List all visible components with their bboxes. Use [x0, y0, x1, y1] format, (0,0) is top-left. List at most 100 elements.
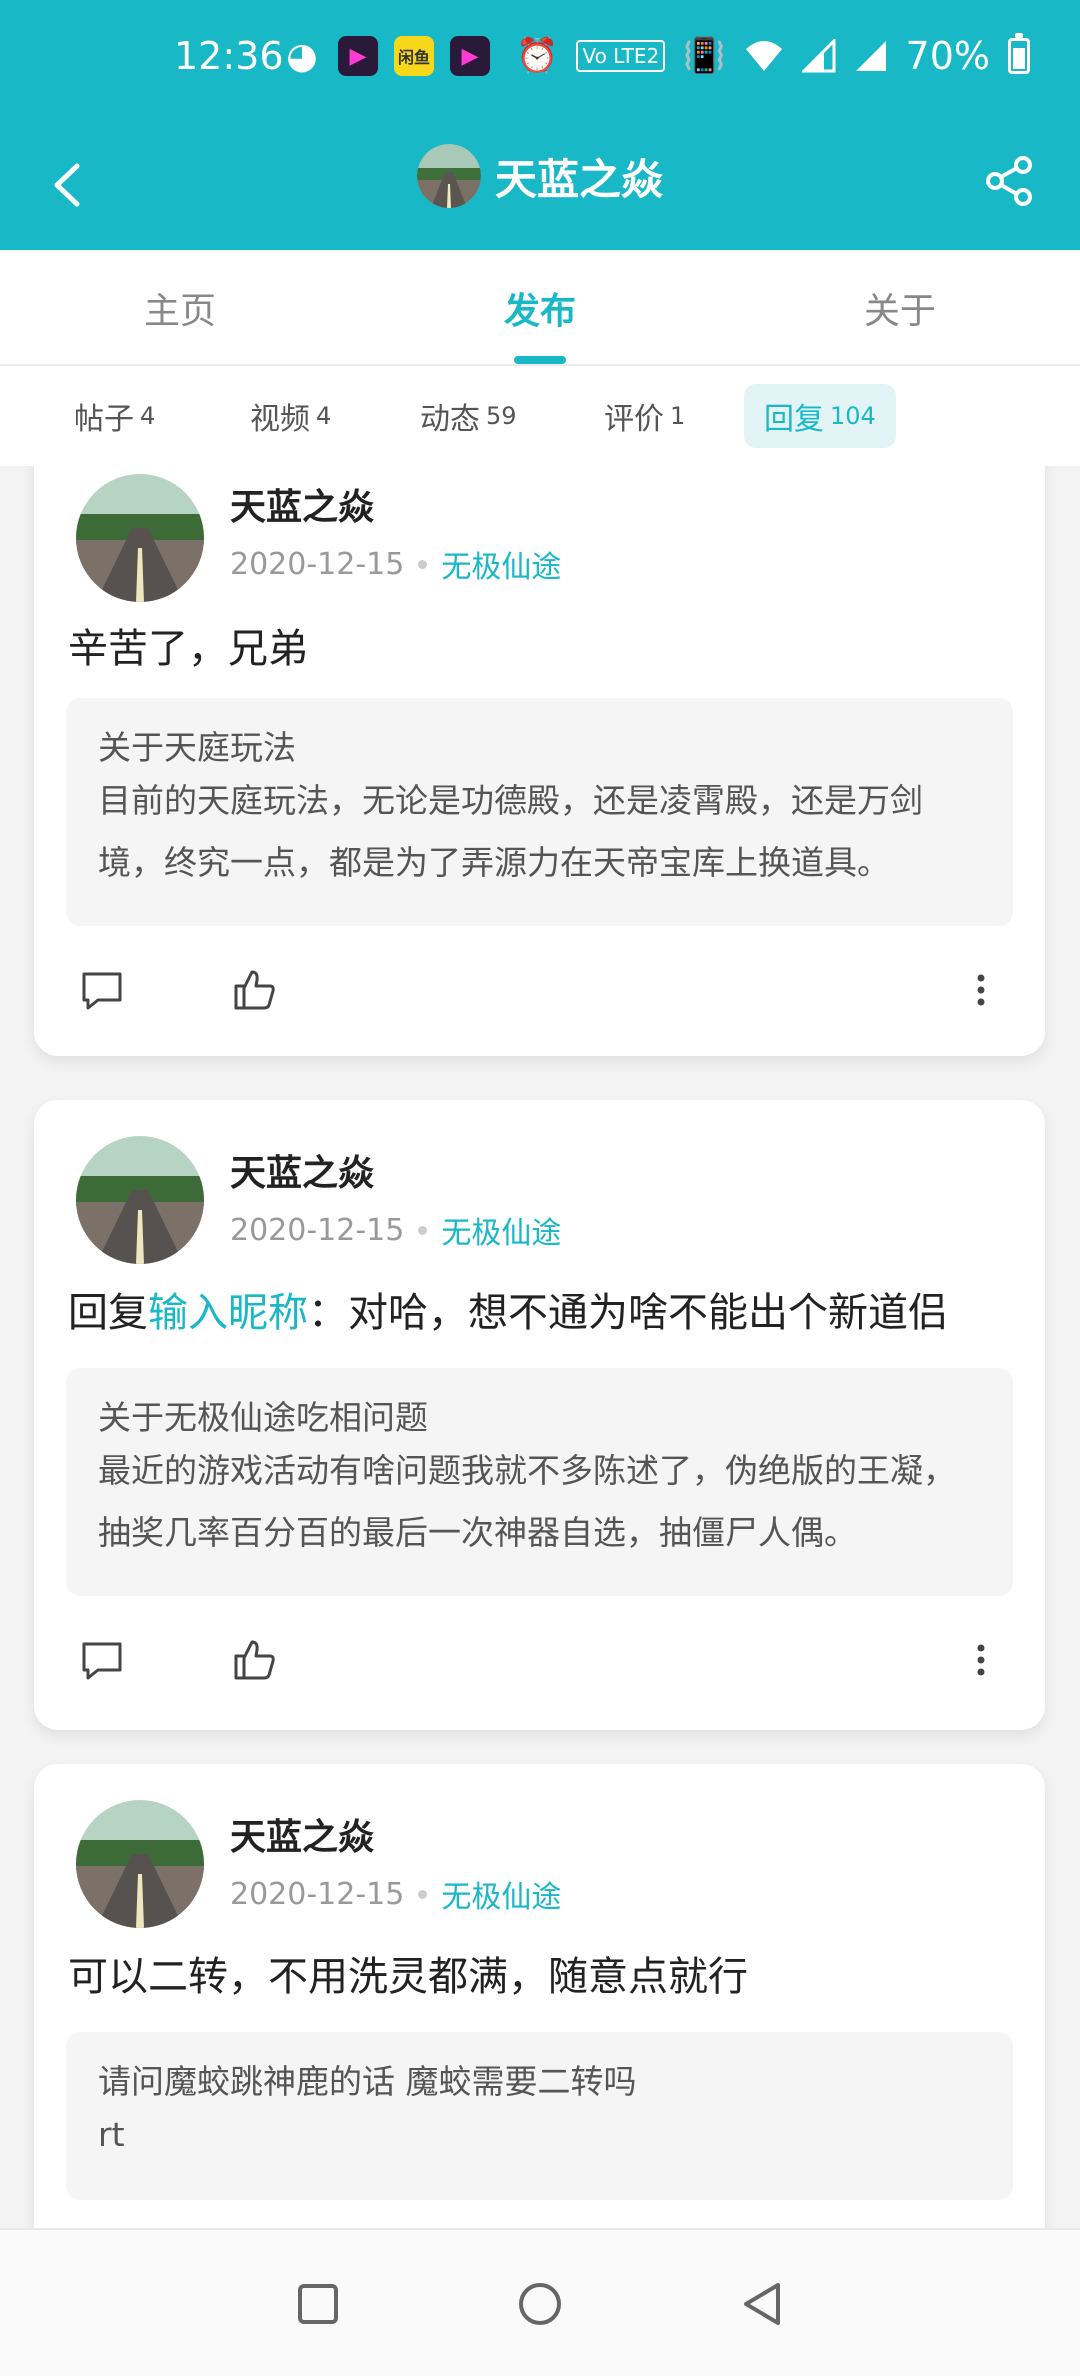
- card-actions: [72, 1630, 1011, 1690]
- like-button[interactable]: [224, 1630, 284, 1690]
- author-name[interactable]: 天蓝之焱: [230, 1808, 374, 1860]
- comment-icon: [82, 1642, 122, 1680]
- mention-link[interactable]: 输入昵称: [148, 1290, 308, 1336]
- reply-content: 辛苦了，兄弟: [68, 626, 308, 672]
- recents-button[interactable]: [286, 2272, 350, 2336]
- share-button[interactable]: [974, 146, 1044, 216]
- separator-dot: [418, 1225, 428, 1235]
- quoted-post-title: 关于无极仙途吃相问题: [98, 1398, 428, 1437]
- game-link[interactable]: 无极仙途: [441, 1208, 561, 1252]
- comment-icon: [82, 972, 122, 1010]
- card-actions: [72, 960, 1011, 1020]
- subtab-replies[interactable]: 回复 104: [744, 384, 896, 448]
- subtab-count: 59: [486, 402, 517, 430]
- separator-dot: [418, 1889, 428, 1899]
- quoted-post-body: 最近的游戏活动有啥问题我就不多陈述了，伪绝版的王凝，抽奖几率百分百的最后一次神器…: [98, 1451, 956, 1552]
- app-header: 天蓝之焱: [0, 120, 1080, 250]
- separator-dot: [418, 559, 428, 569]
- globe-icon: ◕: [286, 35, 318, 77]
- author-name[interactable]: 天蓝之焱: [230, 478, 374, 530]
- alarm-icon: ⏰: [516, 36, 559, 76]
- signal-icon: [855, 41, 886, 71]
- reply-prefix: 回复: [68, 1290, 148, 1336]
- more-button[interactable]: [951, 960, 1011, 1020]
- signal-icon: [801, 39, 836, 73]
- post-meta: 2020-12-15 无极仙途: [230, 1872, 561, 1916]
- reply-card[interactable]: 天蓝之焱 2020-12-15 无极仙途 辛苦了，兄弟 关于天庭玩法 目前的天庭…: [34, 466, 1045, 1056]
- circle-icon: [519, 2283, 561, 2325]
- status-time: 12:36: [174, 34, 284, 78]
- profile-tabs: 主页 发布 关于: [0, 250, 1080, 366]
- reply-card[interactable]: 天蓝之焱 2020-12-15 无极仙途 可以二转，不用洗灵都满，随意点就行 请…: [34, 1764, 1045, 2228]
- like-button[interactable]: [224, 960, 284, 1020]
- subtab-reviews[interactable]: 评价 1: [584, 384, 705, 448]
- subtab-videos[interactable]: 视频 4: [230, 384, 351, 448]
- tab-about[interactable]: 关于: [720, 250, 1080, 366]
- home-button[interactable]: [508, 2272, 572, 2336]
- more-vertical-icon: [977, 1644, 985, 1676]
- quoted-post-body: 目前的天庭玩法，无论是功德殿，还是凌霄殿，还是万剑境，终究一点，都是为了弄源力在…: [98, 781, 923, 882]
- xianyu-app-icon: 闲鱼: [394, 36, 434, 76]
- volte-icon: Vo LTE2: [576, 40, 666, 72]
- subtab-label: 帖子: [74, 402, 134, 437]
- video-app-icon: ▶: [338, 36, 378, 76]
- avatar[interactable]: [76, 1136, 204, 1264]
- author-name[interactable]: 天蓝之焱: [230, 1144, 374, 1196]
- thumbs-up-icon: [234, 1640, 275, 1680]
- tab-home[interactable]: 主页: [0, 250, 360, 366]
- comment-button[interactable]: [72, 1630, 132, 1690]
- subtab-label: 视频: [250, 402, 310, 437]
- battery-icon: [1008, 33, 1030, 74]
- thumbs-up-icon: [234, 970, 275, 1010]
- post-date: 2020-12-15: [230, 546, 405, 582]
- back-nav-button[interactable]: [730, 2272, 794, 2336]
- avatar[interactable]: [76, 1800, 204, 1928]
- more-button[interactable]: [951, 1630, 1011, 1690]
- avatar[interactable]: [76, 474, 204, 602]
- quoted-post-title: 关于天庭玩法: [98, 728, 296, 767]
- content-filter-tabs: 帖子 4 视频 4 动态 59 评价 1 回复 104: [0, 366, 1080, 466]
- share-icon: [986, 156, 1032, 206]
- wifi-icon: [745, 41, 782, 71]
- system-nav-bar: [0, 2228, 1080, 2376]
- post-date: 2020-12-15: [230, 1876, 405, 1912]
- avatar: [416, 144, 481, 208]
- subtab-label: 评价: [604, 402, 664, 437]
- page-title: 天蓝之焱: [494, 154, 663, 204]
- post-meta: 2020-12-15 无极仙途: [230, 542, 561, 586]
- game-link[interactable]: 无极仙途: [441, 1872, 561, 1916]
- active-tab-indicator: [514, 356, 566, 364]
- triangle-back-icon: [744, 2283, 780, 2325]
- subtab-count: 104: [830, 402, 876, 430]
- subtab-label: 动态: [420, 402, 480, 437]
- subtab-count: 4: [140, 402, 156, 430]
- quoted-post[interactable]: 请问魔蛟跳神鹿的话 魔蛟需要二转吗 rt: [66, 2032, 1013, 2200]
- subtab-threads[interactable]: 帖子 4: [54, 384, 175, 448]
- subtab-count: 4: [316, 402, 332, 430]
- subtab-label: 回复: [764, 402, 824, 437]
- reply-content: 可以二转，不用洗灵都满，随意点就行: [68, 1954, 748, 2000]
- more-vertical-icon: [977, 974, 985, 1006]
- reply-feed: 天蓝之焱 2020-12-15 无极仙途 辛苦了，兄弟 关于天庭玩法 目前的天庭…: [0, 466, 1080, 2228]
- battery-percent: 70%: [905, 34, 990, 78]
- quoted-post[interactable]: 关于无极仙途吃相问题 最近的游戏活动有啥问题我就不多陈述了，伪绝版的王凝，抽奖几…: [66, 1368, 1013, 1596]
- subtab-moments[interactable]: 动态 59: [400, 384, 537, 448]
- tab-posts[interactable]: 发布: [360, 250, 720, 366]
- reply-text: ：对哈，想不通为啥不能出个新道侣: [308, 1290, 948, 1336]
- comment-button[interactable]: [72, 960, 132, 1020]
- quoted-post-body: rt: [98, 2115, 125, 2154]
- system-status-icons: ⏰ Vo LTE2 📳 70%: [516, 33, 1030, 78]
- notification-icons: ◕ ▶ 闲鱼 ▶: [282, 35, 490, 77]
- quoted-post[interactable]: 关于天庭玩法 目前的天庭玩法，无论是功德殿，还是凌霄殿，还是万剑境，终究一点，都…: [66, 698, 1013, 926]
- quoted-post-title: 请问魔蛟跳神鹿的话 魔蛟需要二转吗: [98, 2062, 637, 2101]
- game-link[interactable]: 无极仙途: [441, 542, 561, 586]
- header-title-group: 天蓝之焱: [0, 144, 1080, 208]
- square-icon: [298, 2284, 338, 2324]
- status-bar: 12:36 ◕ ▶ 闲鱼 ▶ ⏰ Vo LTE2 📳 70%: [0, 0, 1080, 120]
- post-date: 2020-12-15: [230, 1212, 405, 1248]
- reply-content: 回复输入昵称：对哈，想不通为啥不能出个新道侣: [68, 1280, 1011, 1338]
- subtab-count: 1: [670, 402, 686, 430]
- reply-card[interactable]: 天蓝之焱 2020-12-15 无极仙途 回复输入昵称：对哈，想不通为啥不能出个…: [34, 1100, 1045, 1730]
- video-app-icon: ▶: [450, 36, 490, 76]
- post-meta: 2020-12-15 无极仙途: [230, 1208, 561, 1252]
